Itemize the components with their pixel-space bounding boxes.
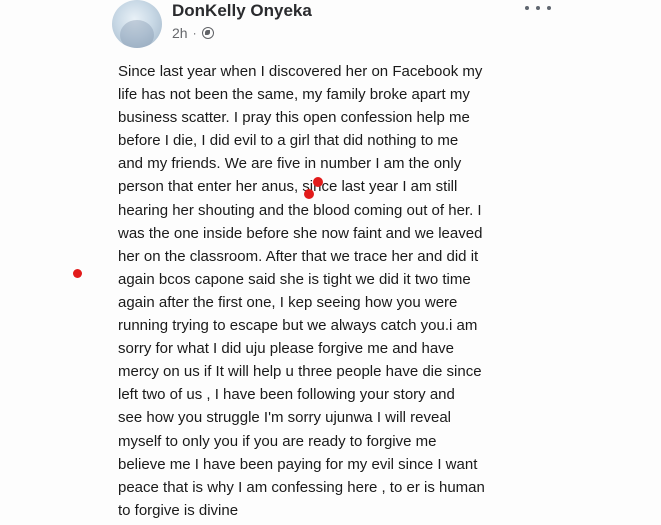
post-container: DonKelly Onyeka 2h · Since last year whe… — [0, 0, 661, 525]
post-text-line: was the one inside before she now faint … — [118, 224, 483, 242]
post-text-line: myself to only you if you are ready to f… — [118, 432, 437, 450]
post-text: Since last year when I discovered her on… — [118, 60, 558, 522]
avatar-image — [120, 20, 154, 48]
post-text-line: see how you struggle I'm sorry ujunwa I … — [118, 409, 452, 427]
post-text-line: left two of us , I have been following y… — [118, 386, 455, 404]
avatar[interactable] — [112, 0, 162, 48]
post-text-line: to forgive is divine — [118, 501, 239, 519]
globe-icon — [201, 27, 214, 39]
post-text-line: Since last year when I discovered her on… — [118, 63, 483, 80]
post-text-line: running trying to escape but we always c… — [118, 317, 478, 335]
more-dot — [536, 6, 540, 10]
meta-separator: · — [192, 26, 197, 40]
post-text-line: business scatter. I pray this open confe… — [118, 109, 470, 127]
post-text-line: again bcos capone said she is tight we d… — [118, 270, 471, 288]
annotation-dot — [304, 189, 314, 199]
annotation-dot — [313, 177, 323, 187]
post-text-line: life has not been the same, my family br… — [118, 86, 470, 104]
post-text-line: sorry for what I did uju please forgive … — [118, 340, 455, 358]
post-text-line: again after the first one, I kep seeing … — [118, 293, 458, 311]
author-name[interactable]: DonKelly Onyeka — [172, 1, 312, 21]
post-text-line: before I die, I did evil to a girl that … — [118, 132, 459, 150]
post-meta: 2h · — [172, 25, 214, 41]
post-text-line: person that enter her anus, since last y… — [118, 178, 458, 196]
post-text-line: hearing her shouting and the blood comin… — [118, 201, 482, 219]
post-text-line: peace that is why I am confessing here ,… — [118, 478, 485, 496]
post-time[interactable]: 2h — [172, 25, 188, 41]
more-horizontal-icon[interactable] — [525, 2, 551, 14]
post-text-line: her on the classroom. After that we trac… — [118, 247, 479, 265]
more-dot — [547, 6, 551, 10]
more-dot — [525, 6, 529, 10]
post-text-line: believe me I have been paying for my evi… — [118, 455, 478, 473]
post-text-line: mercy on us if It will help u three peop… — [118, 363, 482, 381]
annotation-dot — [73, 269, 82, 278]
post-text-line: and my friends. We are five in number I … — [118, 155, 462, 173]
